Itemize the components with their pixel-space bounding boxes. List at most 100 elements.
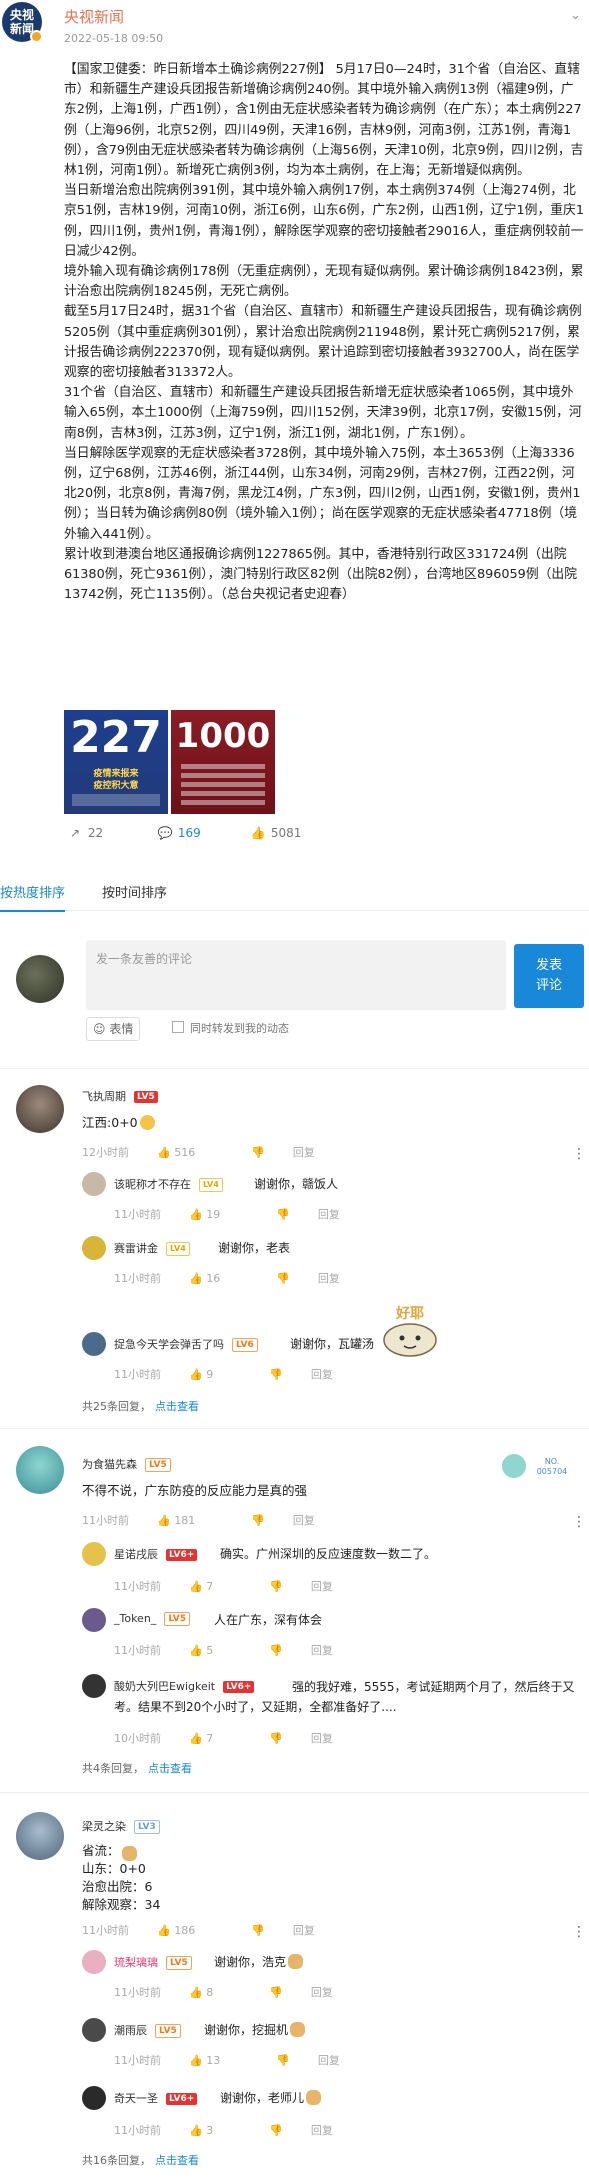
image-headline-number: 1000 [175,716,271,756]
like-button[interactable]: 👍 181 [157,1514,223,1527]
dog-emoji-icon [122,1846,137,1861]
comment-text: 不得不说，广东防疫的反应能力是真的强 [82,1483,308,1498]
dislike-icon[interactable]: 👎 [251,1924,265,1937]
avatar[interactable] [82,2086,106,2110]
reply-username[interactable]: 该昵称才不存在 LV4 [114,1176,223,1192]
like-count: 5081 [270,826,302,840]
dislike-icon[interactable]: 👎 [269,1580,283,1593]
like-button[interactable]: 👍 5081 [249,826,302,840]
like-button[interactable]: 👍 3 [189,2124,241,2137]
reply-username[interactable]: 星诺戌辰 LV6+ [114,1546,198,1562]
post-author[interactable]: 央视新闻 [64,6,124,27]
sticker-image: 好耶 [383,1305,437,1357]
view-more-replies[interactable]: 共16条回复， 点击查看 [82,2152,199,2168]
avatar[interactable] [82,1332,106,1356]
reply-text: 谢谢你，赣饭人 [254,1177,339,1191]
dislike-icon[interactable]: 👎 [269,1368,283,1381]
reply-username[interactable]: 潮雨辰 LV5 [114,2022,181,2038]
reply-username[interactable]: _Token_ LV5 [114,1612,191,1626]
like-button[interactable]: 👍 9 [189,1368,241,1381]
tab-sort-by-time[interactable]: 按时间排序 [102,882,167,901]
avatar[interactable] [16,1085,64,1133]
post-image-227[interactable]: 227 疫情来报来 疫控积大意 [64,710,168,814]
post-paragraph: 31个省（自治区、直辖市）和新疆生产建设兵团报告新增无症状感染者1065例，其中… [64,385,582,441]
avatar[interactable] [82,1674,106,1698]
divider [0,1428,589,1429]
fan-badge-text: NO. 005704 [537,1457,568,1476]
forward-checkbox[interactable]: 同时转发到我的动态 [172,1020,289,1036]
reply-username[interactable]: 捉急今天学会弹舌了吗 LV6 [114,1336,258,1352]
chevron-down-icon[interactable]: ⌄ [570,8,581,23]
view-more-replies[interactable]: 共4条回复， 点击查看 [82,1760,192,1776]
my-avatar[interactable] [16,955,64,1003]
comment-username[interactable]: 梁灵之染 LV3 [82,1818,160,1834]
like-button[interactable]: 👍 186 [157,1924,223,1937]
dislike-icon[interactable]: 👎 [269,1732,283,1745]
post-paragraph: 累计收到港澳台地区通报确诊病例1227865例。其中，香港特别行政区331724… [64,546,578,603]
tab-sort-by-hot[interactable]: 按热度排序 [0,882,66,912]
checkbox-icon [172,1021,184,1033]
smile-icon: ☺ [93,1022,106,1036]
comment-text: 江西:0+0 [82,1114,155,1132]
post-body: 【国家卫健委：昨日新增本土确诊病例227例】 5月17日0—24时，31个省（自… [64,60,586,605]
like-button[interactable]: 👍 516 [157,1146,223,1159]
share-button[interactable]: ↗ 22 [66,826,103,840]
reply-text: 人在广东，深有体会 [214,1613,323,1627]
post-image-1000[interactable]: 1000 [171,710,275,814]
comment-username[interactable]: 飞执周期 LV5 [82,1088,158,1104]
dislike-icon[interactable]: 👎 [269,1986,283,1999]
avatar[interactable] [82,1236,106,1260]
post-paragraph: 【国家卫健委：昨日新增本土确诊病例227例】 5月17日0—24时，31个省（自… [64,62,584,179]
view-more-replies[interactable]: 共25条回复， 点击查看 [82,1398,199,1414]
reply-username[interactable]: 琉梨璃璃 LV5 [114,1954,192,1970]
reply-button[interactable]: 回复 [293,1146,315,1159]
dog-emoji-icon [290,2022,306,2037]
dislike-icon[interactable]: 👎 [269,1644,283,1657]
like-button[interactable]: 👍 8 [189,1986,241,1999]
emoji-button[interactable]: ☺ 表情 [86,1017,141,1041]
reply-meta: 11小时前 👍 3 👎 回复 [114,2124,333,2137]
comment-button[interactable]: 💬 169 [156,826,201,840]
image-footnote-block [72,794,160,806]
avatar[interactable] [82,1542,106,1566]
reply-username[interactable]: 奇天一圣 LV6+ [114,2090,198,2106]
like-button[interactable]: 👍 13 [189,2054,248,2067]
forward-label: 同时转发到我的动态 [190,1022,289,1035]
comment-count: 169 [177,826,201,840]
dislike-icon[interactable]: 👎 [251,1146,265,1159]
dislike-icon[interactable]: 👎 [276,2054,290,2067]
more-options-icon[interactable]: ⋮ [572,1924,586,1940]
like-button[interactable]: 👍 5 [189,1644,241,1657]
more-options-icon[interactable]: ⋮ [572,1514,586,1530]
image-headline-number: 227 [70,712,162,763]
comment-meta: 11小时前 👍 186 👎 回复 [82,1924,315,1937]
like-button[interactable]: 👍 7 [189,1580,241,1593]
dislike-icon[interactable]: 👎 [251,1514,265,1527]
avatar[interactable] [82,1950,106,1974]
dislike-icon[interactable]: 👎 [276,1272,290,1285]
avatar[interactable] [82,2018,106,2042]
submit-comment-button[interactable]: 发表 评论 [514,944,584,1008]
comment-username[interactable]: 为食猫先森 LV5 [82,1456,171,1472]
emoji-label: 表情 [109,1022,134,1036]
avatar[interactable] [16,1446,64,1494]
reply-username[interactable]: 赛雷讲金 LV4 [114,1240,190,1256]
more-options-icon[interactable]: ⋮ [572,1146,586,1162]
comment-input[interactable]: 发一条友善的评论 [86,940,506,1010]
comment-icon: 💬 [157,826,173,840]
like-button[interactable]: 👍 7 [189,1732,241,1745]
avatar[interactable] [82,1172,106,1196]
share-icon: ↗ [69,826,81,840]
dislike-icon[interactable]: 👎 [276,1208,290,1221]
reply-meta: 11小时前 👍 19 👎 回复 [114,1208,340,1221]
like-button[interactable]: 👍 19 [189,1208,248,1221]
dislike-icon[interactable]: 👎 [269,2124,283,2137]
post-header: 央视 新闻 央视新闻 2022-05-18 09:50 ⌄ [0,0,589,56]
avatar[interactable] [16,1812,64,1860]
comment-line: 解除观察：34 [82,1897,161,1912]
like-button[interactable]: 👍 16 [189,1272,248,1285]
verified-badge-icon [30,30,43,43]
reply-text: 谢谢你，浩克 [214,1953,304,1970]
reply-text: 强的我好难，5555，考试延期两个月了，然后终于又考。结果不到20个小时了，又延… [114,1680,575,1714]
avatar[interactable] [82,1608,106,1632]
